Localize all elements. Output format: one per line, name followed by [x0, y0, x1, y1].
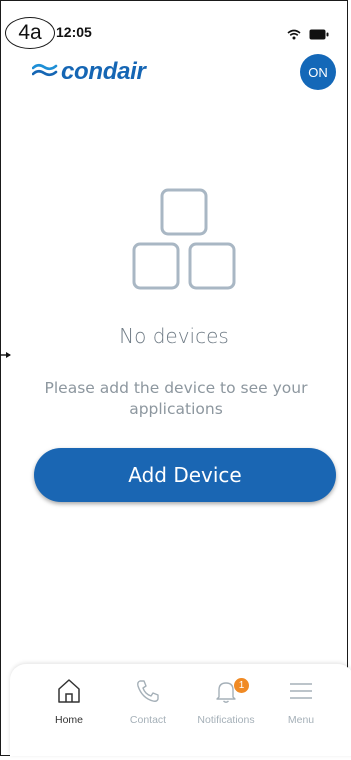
menu-icon: [288, 683, 314, 708]
callout-label: 4a: [5, 17, 55, 49]
phone-icon: [135, 680, 161, 708]
empty-state-title: No devices: [119, 324, 229, 348]
add-device-button[interactable]: Add Device: [34, 448, 336, 502]
tab-notifications-label: Notifications: [197, 714, 255, 726]
tab-menu-label: Menu: [287, 714, 315, 726]
arrow-right-icon: [0, 345, 12, 364]
brand-name: condair: [61, 58, 146, 85]
empty-devices-icon: [130, 186, 240, 300]
tab-contact[interactable]: Contact: [113, 678, 183, 726]
battery-icon: [309, 25, 329, 44]
tab-menu[interactable]: Menu: [266, 678, 336, 726]
bell-icon: [213, 682, 239, 708]
tab-notifications[interactable]: 1 Notifications: [191, 678, 261, 726]
empty-state-message: Please add the device to see your applic…: [44, 379, 308, 418]
condair-logo: condair: [31, 58, 146, 86]
notification-badge: 1: [234, 678, 249, 693]
waves-icon: [31, 62, 58, 82]
tab-home-label: Home: [54, 714, 83, 726]
tab-home[interactable]: Home: [34, 678, 104, 726]
wifi-icon: [287, 25, 301, 44]
tab-contact-label: Contact: [129, 714, 167, 726]
status-icons: [287, 25, 329, 44]
status-time: 12:05: [56, 24, 92, 40]
power-badge[interactable]: ON: [300, 54, 336, 90]
home-icon: [56, 679, 82, 708]
tab-bar: Home Contact 1 Notifications Menu: [10, 664, 351, 756]
